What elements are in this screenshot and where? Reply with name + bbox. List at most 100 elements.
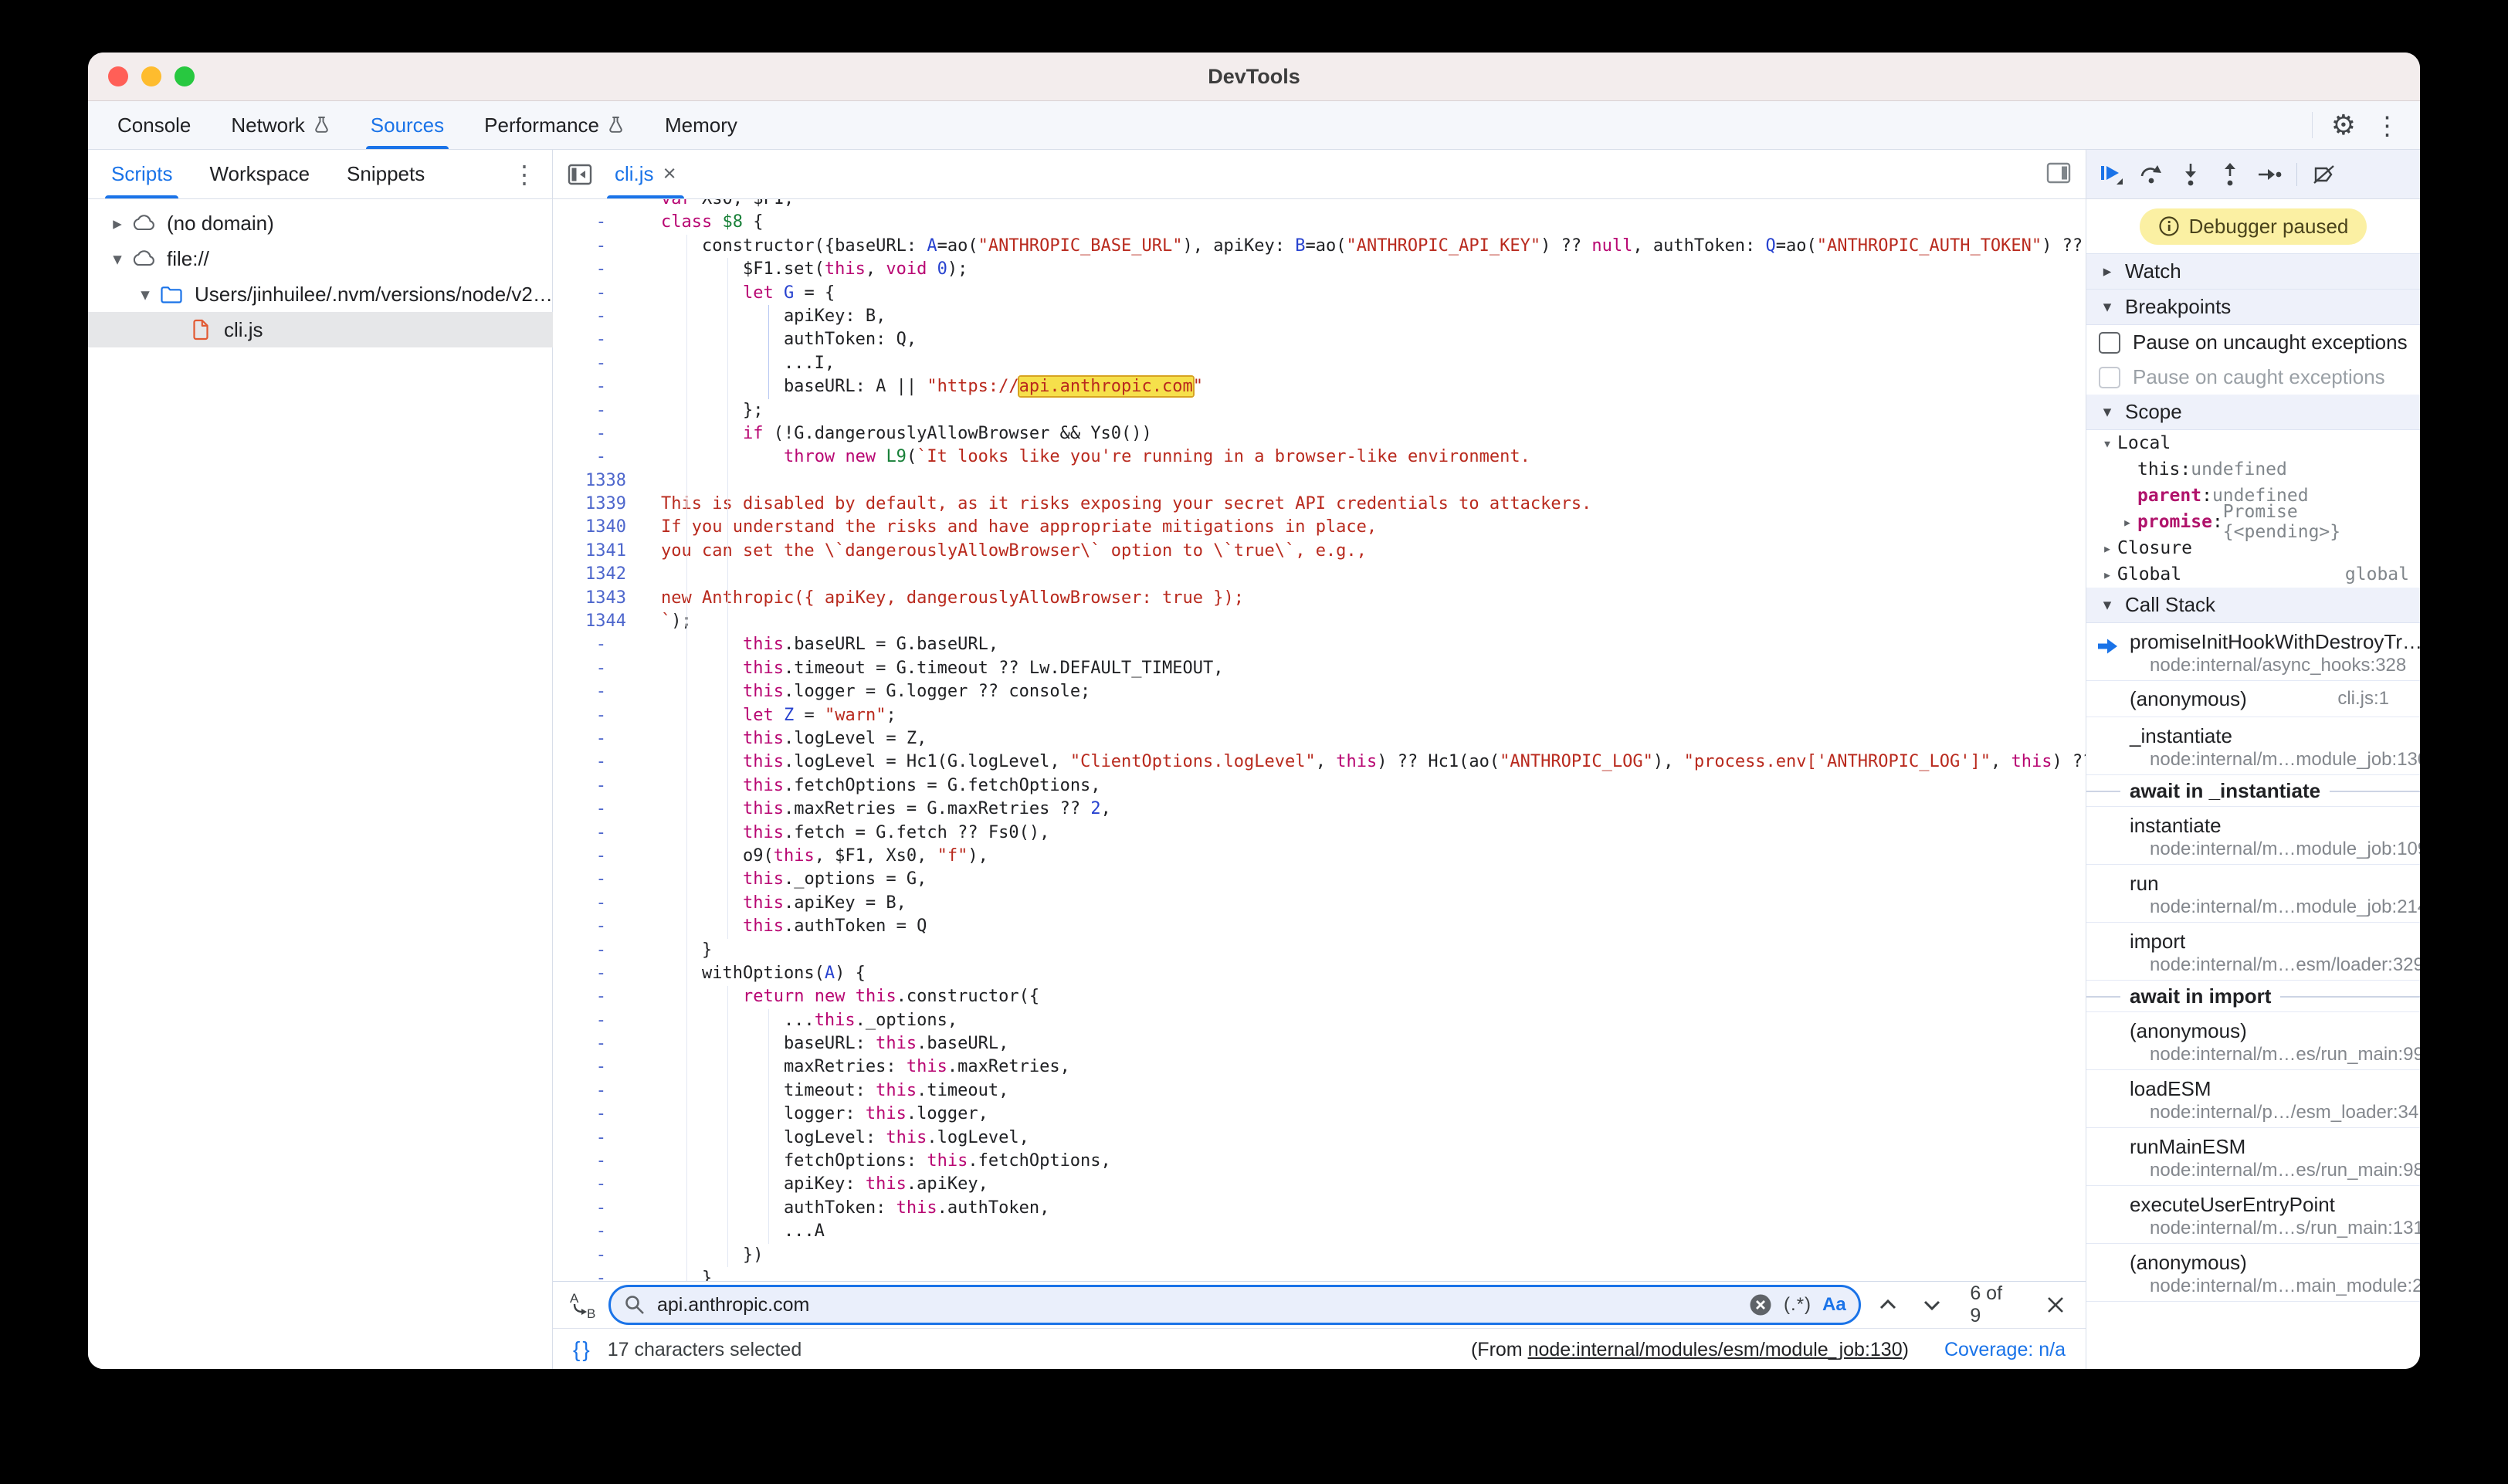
stack-frame--anonymous-[interactable]: (anonymous)node:internal/m…es/run_main:9… [2086,1012,2420,1070]
search-query[interactable]: api.anthropic.com [657,1294,1737,1316]
stack-frame-run[interactable]: runnode:internal/m…module_job:214 [2086,865,2420,923]
code-line[interactable]: - baseURL: this.baseURL, [553,1032,2086,1055]
gutter-cell[interactable]: - [553,868,626,891]
gutter-cell[interactable]: - [553,774,626,798]
code-line[interactable]: - apiKey: this.apiKey, [553,1173,2086,1196]
tab-sources[interactable]: Sources [351,101,464,149]
code-line[interactable]: 1340If you understand the risks and have… [553,516,2086,539]
code-line[interactable]: - baseURL: A || "https://api.anthropic.c… [553,375,2086,398]
toggle-debugger-sidebar-icon[interactable] [2045,161,2072,188]
gutter-cell[interactable]: 1342 [553,563,626,586]
code-line[interactable]: 1342 [553,563,2086,586]
gutter-cell[interactable]: - [553,1150,626,1173]
previous-match-icon[interactable] [1872,1288,1905,1322]
pause-uncaught-checkbox[interactable] [2099,332,2120,354]
code-line[interactable]: - } [553,939,2086,962]
code-line[interactable]: - ...A [553,1220,2086,1243]
code-line[interactable]: - fetchOptions: this.fetchOptions, [553,1150,2086,1173]
scope-group-global[interactable]: ▸Globalglobal [2086,561,2420,588]
gutter-cell[interactable]: - [553,892,626,915]
gutter-cell[interactable]: - [553,375,626,398]
section-call-stack[interactable]: ▾ Call Stack [2086,588,2420,623]
tab-memory[interactable]: Memory [645,101,757,149]
code-line[interactable]: - o9(this, $F1, Xs0, "f"), [553,845,2086,868]
pause-caught-checkbox[interactable] [2099,367,2120,388]
code-line[interactable]: - } [553,1267,2086,1281]
gutter-cell[interactable]: - [553,750,626,774]
hide-navigator-icon[interactable] [567,163,593,186]
gutter-cell[interactable]: - [553,1220,626,1243]
match-case-toggle[interactable]: Aa [1822,1294,1846,1316]
gutter-cell[interactable]: - [553,704,626,727]
code-line[interactable]: 1344`); [553,610,2086,633]
navigator-more-icon[interactable]: ⋮ [512,160,552,189]
code-line[interactable]: - }; [553,399,2086,422]
gutter-cell[interactable]: - [553,985,626,1008]
gutter-cell[interactable]: - [553,258,626,281]
gutter-cell[interactable]: - [553,822,626,845]
gutter-cell[interactable]: - [553,1055,626,1079]
scope-property-this[interactable]: this: undefined [2086,456,2420,483]
resume-button[interactable] [2094,157,2130,192]
code-line[interactable]: - this.logger = G.logger ?? console; [553,680,2086,703]
chevron-icon[interactable]: ▾ [2097,595,2117,615]
code-line[interactable]: - logLevel: this.logLevel, [553,1127,2086,1150]
gutter-cell[interactable]: - [553,680,626,703]
regex-toggle[interactable]: (.*) [1784,1294,1812,1316]
gutter-cell[interactable]: - [553,1244,626,1267]
gutter-cell[interactable]: - [553,657,626,680]
code-area[interactable]: var Xs0, $F1;-class $8 {- constructor({b… [553,199,2086,1281]
zoom-button[interactable] [175,66,195,86]
step-out-button[interactable] [2212,157,2248,192]
stack-frame-import[interactable]: importnode:internal/m…esm/loader:329 [2086,923,2420,981]
code-line[interactable]: - timeout: this.timeout, [553,1079,2086,1103]
code-line[interactable]: - authToken: this.authToken, [553,1197,2086,1220]
gutter-cell[interactable]: - [553,633,626,656]
code-line[interactable]: 1339This is disabled by default, as it r… [553,493,2086,516]
gutter-cell[interactable]: - [553,1173,626,1196]
code-line[interactable]: - }) [553,1244,2086,1267]
code-line[interactable]: - throw new L9(`It looks like you're run… [553,446,2086,469]
stack-frame-instantiate[interactable]: instantiatenode:internal/m…module_job:10… [2086,807,2420,865]
gutter-cell[interactable]: - [553,305,626,328]
gutter-cell[interactable]: - [553,1103,626,1126]
code-line[interactable]: - this.fetch = G.fetch ?? Fs0(), [553,822,2086,845]
gutter-cell[interactable]: - [553,446,626,469]
code-line[interactable]: - this.timeout = G.timeout ?? Lw.DEFAULT… [553,657,2086,680]
scope-property-promise[interactable]: ▸promise: Promise {<pending>} [2086,509,2420,535]
expander-icon[interactable]: ▾ [2097,434,2117,452]
close-button[interactable] [108,66,128,86]
gutter-cell[interactable]: - [553,399,626,422]
gutter-cell[interactable]: - [553,1009,626,1032]
code-line[interactable]: - this.baseURL = G.baseURL, [553,633,2086,656]
scope-group-local[interactable]: ▾Local [2086,430,2420,456]
expander-icon[interactable]: ▾ [133,284,158,305]
gutter-cell[interactable]: 1339 [553,493,626,516]
pause-caught-row[interactable]: Pause on caught exceptions [2086,360,2420,395]
tab-network[interactable]: Network [211,101,350,149]
source-origin-link[interactable]: node:internal/modules/esm/module_job:130 [1528,1339,1903,1360]
pause-uncaught-row[interactable]: Pause on uncaught exceptions [2086,325,2420,360]
code-line[interactable]: - apiKey: B, [553,305,2086,328]
search-input[interactable]: api.anthropic.com (.*) Aa [608,1285,1861,1325]
section-scope[interactable]: ▾ Scope [2086,395,2420,430]
gutter-cell[interactable]: - [553,1079,626,1103]
stack-frame--anonymous-[interactable]: (anonymous)cli.js:1 [2086,681,2420,717]
step-into-button[interactable] [2173,157,2208,192]
chevron-icon[interactable]: ▾ [2097,297,2117,317]
expander-icon[interactable]: ▸ [2097,565,2117,584]
stack-frame--instantiate[interactable]: _instantiatenode:internal/m…module_job:1… [2086,717,2420,775]
code-line[interactable]: - let Z = "warn"; [553,704,2086,727]
chevron-icon[interactable]: ▾ [2097,402,2117,422]
code-line[interactable]: 1338 [553,469,2086,493]
navigator-tab-snippets[interactable]: Snippets [328,150,443,198]
code-line[interactable]: - this.authToken = Q [553,915,2086,938]
code-line[interactable]: - if (!G.dangerouslyAllowBrowser && Ys0(… [553,422,2086,446]
gutter-cell[interactable]: - [553,962,626,985]
stack-frame-loadesm[interactable]: loadESMnode:internal/p…/esm_loader:34 [2086,1070,2420,1128]
expander-icon[interactable]: ▸ [2117,513,2137,531]
code-line[interactable]: 1341you can set the \`dangerouslyAllowBr… [553,540,2086,563]
coverage-link[interactable]: Coverage: n/a [1944,1339,2066,1361]
stack-frame-promiseinithookwithdestroytr-[interactable]: promiseInitHookWithDestroyTr…node:intern… [2086,623,2420,681]
next-match-icon[interactable] [1916,1288,1949,1322]
